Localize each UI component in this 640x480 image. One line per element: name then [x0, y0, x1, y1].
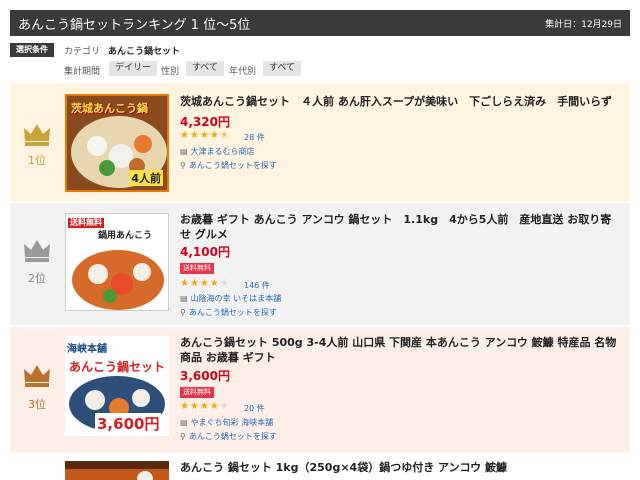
- star-rating: ★★★★★: [180, 278, 230, 289]
- product-image[interactable]: 海峡本舗 あんこう鍋セット 3,600円: [65, 336, 169, 436]
- ranking-item: 3位 海峡本舗 あんこう鍋セット 3,600円 あんこう鍋セット 500g 3-…: [10, 327, 630, 453]
- shop-name: 山陰海の幸 いそはま本舗: [190, 294, 282, 303]
- shop-icon: ▤: [180, 147, 188, 156]
- shop-link[interactable]: ▤ やまぐち旬彩 海峡本舗: [180, 417, 273, 428]
- rank-label: 2位: [28, 272, 46, 285]
- category-value: あんこう鍋セット: [108, 47, 181, 57]
- selected-conditions-badge: 選択条件: [10, 43, 54, 57]
- ranking-item: 1位 茨城あんこう鍋 4人前 茨城あんこう鍋セット ４人前 あん肝入スープが美味…: [10, 83, 630, 201]
- rank-label: 3位: [28, 398, 46, 411]
- ranking-header: あんこう鍋セットランキング 1 位～5位 集計日：12月29日: [10, 10, 630, 36]
- thumb-badge: 4人前: [129, 170, 163, 186]
- page-title: あんこう鍋セットランキング 1 位～5位: [18, 18, 251, 33]
- search-link-label: あんこう鍋セットを探す: [188, 432, 277, 441]
- search-link-label: あんこう鍋セットを探す: [188, 161, 277, 170]
- gender-label: 性別: [161, 67, 180, 77]
- thumb-title: 鍋用あんこう: [98, 231, 153, 241]
- review-count-link[interactable]: 28 件: [244, 132, 265, 143]
- shop-icon: ▤: [180, 418, 188, 427]
- thumb-brand: 海峡本舗: [67, 344, 107, 355]
- product-price: 3,600円: [180, 369, 230, 383]
- shop-link[interactable]: ▤ 大津まるむら商店: [180, 146, 255, 157]
- star-rating: ★★★★★: [180, 130, 230, 141]
- aggregation-date: 集計日：12月29日: [545, 20, 622, 30]
- free-shipping-badge: 送料無料: [180, 263, 214, 274]
- product-photo: [65, 461, 169, 480]
- review-count-link[interactable]: 20 件: [244, 403, 265, 414]
- review-count-link[interactable]: 146 件: [244, 280, 270, 291]
- shop-name: やまぐち旬彩 海峡本舗: [190, 418, 274, 427]
- filter-panel: 選択条件 カテゴリ あんこう鍋セット 集計期間 デイリー 性別 すべて 年代別 …: [10, 40, 630, 80]
- product-image[interactable]: [65, 461, 169, 480]
- ranking-item: あんこう 鍋セット 1kg（250g×4袋）鍋つゆ付き アンコウ 鮟鱇: [10, 455, 630, 480]
- search-similar-link[interactable]: ⚲ あんこう鍋セットを探す: [180, 431, 277, 442]
- search-icon: ⚲: [180, 161, 186, 170]
- thumb-badge: 送料無料: [68, 218, 104, 228]
- thumb-title: 茨城あんこう鍋: [71, 102, 148, 115]
- search-icon: ⚲: [180, 308, 186, 317]
- period-chip[interactable]: デイリー: [109, 61, 158, 76]
- shop-link[interactable]: ▤ 山陰海の幸 いそはま本舗: [180, 293, 281, 304]
- search-link-label: あんこう鍋セットを探す: [188, 308, 277, 317]
- thumb-title: あんこう鍋セット: [69, 360, 166, 374]
- shop-name: 大津まるむら商店: [190, 147, 255, 156]
- product-name-link[interactable]: あんこう 鍋セット 1kg（250g×4袋）鍋つゆ付き アンコウ 鮟鱇: [180, 460, 620, 475]
- product-image[interactable]: 送料無料 鍋用あんこう: [65, 213, 169, 311]
- gold-crown-icon: [24, 124, 50, 146]
- gender-chip[interactable]: すべて: [186, 61, 225, 76]
- product-name-link[interactable]: 茨城あんこう鍋セット ４人前 あん肝入スープが美味い 下ごしらえ済み 手間いらず: [180, 94, 620, 109]
- bronze-crown-icon: [24, 365, 50, 387]
- silver-crown-icon: [24, 240, 50, 262]
- star-rating: ★★★★★: [180, 401, 230, 412]
- search-icon: ⚲: [180, 432, 186, 441]
- category-label: カテゴリ: [64, 47, 101, 57]
- product-price: 4,100円: [180, 245, 230, 259]
- free-shipping-badge: 送料無料: [180, 387, 214, 398]
- thumb-price: 3,600円: [95, 413, 162, 434]
- age-chip[interactable]: すべて: [263, 61, 302, 76]
- product-name-link[interactable]: あんこう鍋セット 500g 3-4人前 山口県 下関産 本あんこう アンコウ 鮟…: [180, 335, 620, 365]
- search-similar-link[interactable]: ⚲ あんこう鍋セットを探す: [180, 160, 277, 171]
- period-label: 集計期間: [64, 67, 101, 77]
- product-name-link[interactable]: お歳暮 ギフト あんこう アンコウ 鍋セット 1.1kg 4から5人前 産地直送…: [180, 212, 620, 242]
- product-price: 4,320円: [180, 115, 230, 129]
- rank-label: 1位: [28, 154, 46, 167]
- shop-icon: ▤: [180, 294, 188, 303]
- product-image[interactable]: 茨城あんこう鍋 4人前: [65, 94, 169, 192]
- search-similar-link[interactable]: ⚲ あんこう鍋セットを探す: [180, 307, 277, 318]
- ranking-item: 2位 送料無料 鍋用あんこう お歳暮 ギフト あんこう アンコウ 鍋セット 1.…: [10, 203, 630, 325]
- age-label: 年代別: [229, 67, 257, 77]
